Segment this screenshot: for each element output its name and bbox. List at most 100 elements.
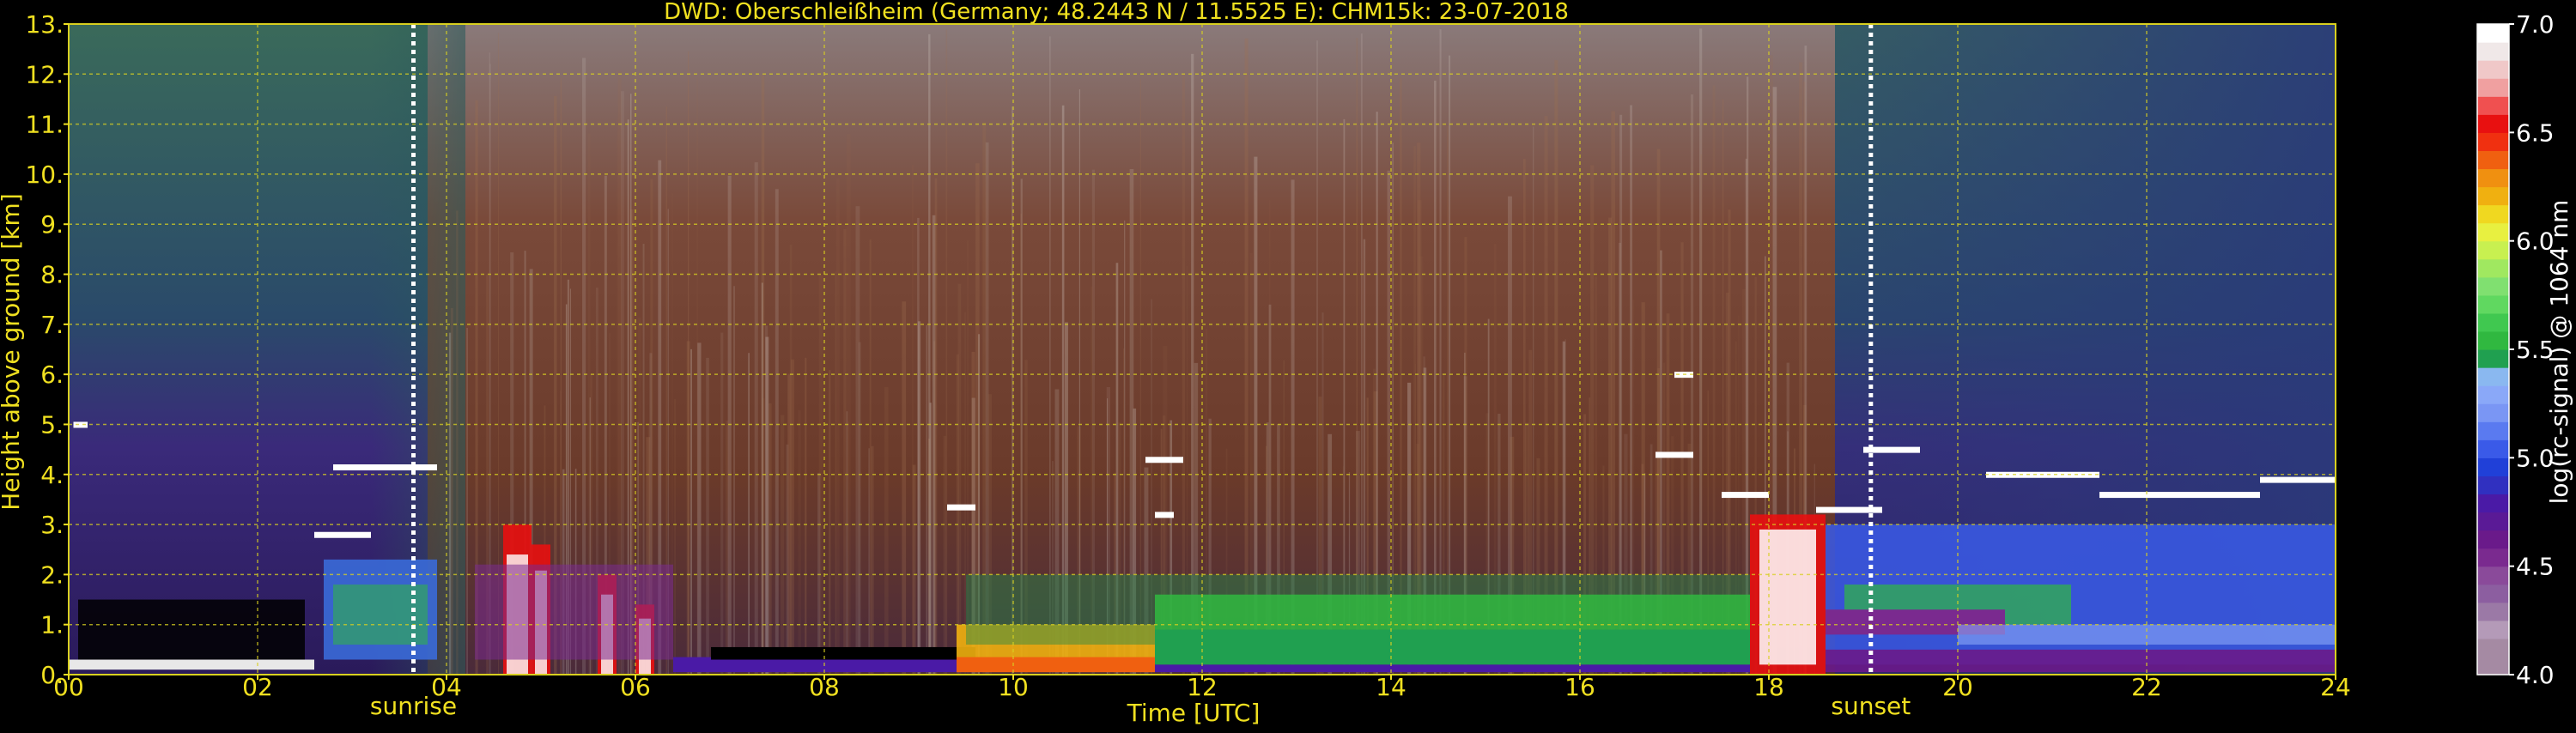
noise-streak (934, 178, 938, 675)
y-tick-label: 1. (40, 611, 64, 639)
noise-streak (733, 286, 736, 675)
ceilometer-chart: 00 02 04 06 08 10 12 14 16 18 20 22 24 0. 1. 2. 3. 4. 5. 6… (0, 0, 2576, 730)
noise-streak (727, 175, 732, 675)
noise-streak (829, 370, 831, 675)
surface-layer (69, 659, 314, 670)
x-tick-label: 08 (809, 673, 840, 701)
y-tick-label: 6. (40, 360, 64, 389)
colorbar-segment (2477, 421, 2509, 440)
night-low-signal (78, 599, 305, 665)
noise-streak (690, 348, 692, 675)
noise-streak (846, 133, 851, 675)
colorbar-segment (2477, 150, 2509, 170)
noise-streak (768, 403, 772, 675)
colorbar-segment (2477, 403, 2509, 422)
cloud-base-mark (333, 464, 437, 471)
colorbar-segment (2477, 476, 2509, 495)
y-tick-label: 4. (40, 461, 64, 489)
colorbar-segment (2477, 385, 2509, 404)
colorbar-segment (2477, 530, 2509, 549)
colorbar-segment (2477, 204, 2509, 224)
noise-streak (697, 342, 702, 675)
noise-streak (928, 33, 931, 675)
cloud-base-mark (1722, 492, 1769, 499)
colorbar-tick-label: 4.5 (2516, 553, 2555, 581)
noise-streak (871, 445, 874, 675)
noise-streak (674, 398, 676, 675)
noise-streak (466, 328, 468, 675)
x-tick-label: 22 (2131, 673, 2162, 701)
cloud-base-mark (1155, 512, 1174, 518)
midday-black-band (711, 646, 975, 660)
colorbar-segment (2477, 656, 2509, 675)
noise-streak (902, 301, 907, 675)
x-tick-label: 18 (1753, 673, 1784, 701)
cloud-base-mark (2260, 476, 2336, 483)
noise-streak (884, 387, 889, 675)
noise-streak (917, 217, 920, 675)
afternoon-boundary-core (1155, 629, 1750, 665)
colorbar-segment (2477, 494, 2509, 513)
noise-streak (805, 357, 807, 675)
colorbar-segment (2477, 602, 2509, 621)
noise-streak (748, 353, 750, 675)
colorbar-segment (2477, 548, 2509, 567)
cloud-base-mark (314, 531, 371, 538)
noise-streak (754, 162, 758, 675)
cloud-base-mark (1656, 451, 1693, 458)
colorbar-tick-label: 4.0 (2516, 661, 2555, 689)
x-tick-label: 24 (2320, 673, 2351, 701)
noise-streak (943, 435, 947, 675)
noon-red-layer (957, 657, 1155, 673)
afternoon-surface (1155, 664, 1750, 673)
y-tick-label: 10. (25, 161, 64, 189)
y-tick-label: 0. (40, 661, 64, 689)
y-tick-label: 11. (25, 111, 64, 139)
cloud-base-mark (1145, 457, 1183, 463)
x-tick-label: 12 (1187, 673, 1218, 701)
noise-streak (790, 359, 794, 675)
noise-streak (450, 307, 453, 675)
colorbar-segment (2477, 584, 2509, 603)
noise-streak (696, 77, 698, 675)
x-tick-label: 14 (1376, 673, 1406, 701)
colorbar-segment (2477, 168, 2509, 188)
colorbar-segment (2477, 330, 2509, 350)
colorbar-segment (2477, 240, 2509, 260)
colorbar-segment (2477, 114, 2509, 133)
colorbar-segment (2477, 312, 2509, 332)
chart-title: DWD: Oberschleißheim (Germany; 48.2443 N… (664, 0, 1569, 25)
colorbar-segment (2477, 294, 2509, 314)
y-tick-label: 5. (40, 410, 64, 439)
colorbar-segment (2477, 258, 2509, 278)
y-tick-label: 13. (25, 10, 64, 39)
noise-streak (720, 332, 724, 675)
colorbar-segment (2477, 24, 2509, 43)
y-tick-label: 8. (40, 261, 64, 289)
cloud-base-mark (947, 504, 975, 511)
colorbar-segment (2477, 222, 2509, 242)
noise-streak (964, 312, 966, 675)
colorbar-segment (2477, 60, 2509, 79)
colorbar-segment (2477, 42, 2509, 61)
x-tick-label: 02 (242, 673, 273, 701)
y-tick-label: 7. (40, 311, 64, 339)
y-axis-label: Height above ground [km] (0, 193, 25, 511)
colorbar-segment (2477, 96, 2509, 115)
x-axis-label: Time [UTC] (1127, 699, 1261, 727)
noise-streak (781, 415, 785, 675)
colorbar-segment (2477, 457, 2509, 476)
x-tick-label: 06 (620, 673, 651, 701)
y-tick-labels: 0. 1. 2. 3. 4. 5. 6. 7. 8. 9. 10. 11. 12. 13. (25, 10, 69, 689)
noise-streak (775, 189, 779, 675)
x-tick-label: 16 (1564, 673, 1595, 701)
colorbar-label: log(rc-signal) @ 1064 nm (2545, 200, 2573, 505)
colorbar-segment (2477, 566, 2509, 585)
annotation-sunset: sunset (1831, 692, 1911, 720)
annotation-sunrise: sunrise (370, 692, 457, 720)
x-tick-label: 10 (998, 673, 1029, 701)
noise-streak (835, 178, 840, 675)
colorbar-segment (2477, 367, 2509, 386)
noise-streak (868, 448, 870, 675)
evening-plume-core (1759, 529, 1816, 665)
